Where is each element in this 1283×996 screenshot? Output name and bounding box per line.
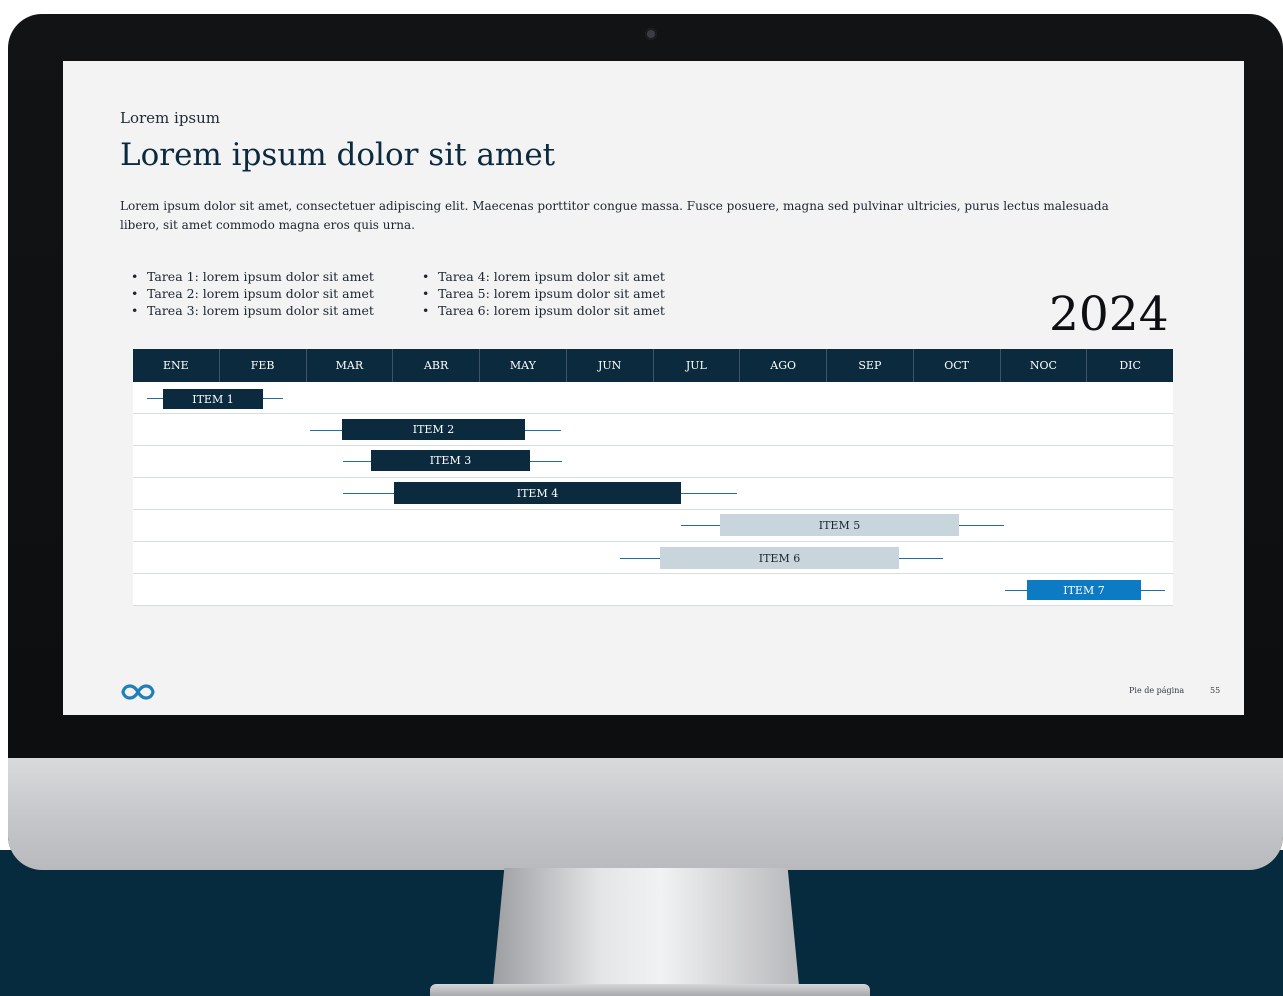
monitor-chin xyxy=(8,758,1283,870)
month-label: JUN xyxy=(567,349,654,382)
monitor-stand xyxy=(492,868,800,996)
gantt-bar-item-3: ITEM 3 xyxy=(371,450,530,471)
month-label: DIC xyxy=(1119,359,1141,372)
gantt-row: ITEM 3 xyxy=(133,446,1173,478)
task-item: Tarea 6: lorem ipsum dolor sit amet xyxy=(422,302,665,319)
month-label: MAR xyxy=(307,349,394,382)
gantt-row: ITEM 7 xyxy=(133,574,1173,606)
month-label: SEP xyxy=(827,349,914,382)
gantt-row: ITEM 2 xyxy=(133,414,1173,446)
task-item: Tarea 1: lorem ipsum dolor sit amet xyxy=(131,268,374,285)
gantt-bar-item-1: ITEM 1 xyxy=(163,389,263,409)
gantt-row: ITEM 6 xyxy=(133,542,1173,574)
camera-icon xyxy=(645,28,657,40)
month-label: AGO xyxy=(740,349,827,382)
gantt-row: ITEM 4 xyxy=(133,478,1173,510)
gantt-row: ITEM 1 xyxy=(133,382,1173,414)
task-item: Tarea 2: lorem ipsum dolor sit amet xyxy=(131,285,374,302)
gantt-bar-item-7: ITEM 7 xyxy=(1027,580,1141,600)
gantt-bar-item-2: ITEM 2 xyxy=(342,419,525,440)
month-label: NOC xyxy=(1001,349,1088,382)
task-list-left: Tarea 1: lorem ipsum dolor sit amet Tare… xyxy=(131,268,374,319)
gantt-bar-item-6: ITEM 6 xyxy=(660,547,899,569)
page-number: 55 xyxy=(1210,686,1221,695)
infinity-logo-icon xyxy=(121,684,155,700)
gantt-row: ITEM 5 xyxy=(133,510,1173,542)
month-label: FEB xyxy=(220,349,307,382)
slide-title: Lorem ipsum dolor sit amet xyxy=(120,137,556,173)
slide-kicker: Lorem ipsum xyxy=(120,109,221,127)
task-item: Tarea 3: lorem ipsum dolor sit amet xyxy=(131,302,374,319)
year-label: 2024 xyxy=(1049,287,1169,342)
month-label: MAY xyxy=(480,349,567,382)
gantt-chart: ENE FEB MAR ABR MAY JUN JUL AGO SEP OCT … xyxy=(133,349,1173,606)
slide-screen: Lorem ipsum Lorem ipsum dolor sit amet L… xyxy=(63,61,1244,715)
month-label: ABR xyxy=(393,349,480,382)
footer-label: Pie de página xyxy=(1129,686,1185,695)
gantt-bar-item-4: ITEM 4 xyxy=(394,482,681,504)
task-item: Tarea 4: lorem ipsum dolor sit amet xyxy=(422,268,665,285)
month-header: ENE FEB MAR ABR MAY JUN JUL AGO SEP OCT … xyxy=(133,349,1173,382)
month-label: ENE xyxy=(133,349,220,382)
gantt-bar-item-5: ITEM 5 xyxy=(720,514,959,536)
month-label: JUL xyxy=(654,349,741,382)
task-list-right: Tarea 4: lorem ipsum dolor sit amet Tare… xyxy=(422,268,665,319)
task-item: Tarea 5: lorem ipsum dolor sit amet xyxy=(422,285,665,302)
slide-intro: Lorem ipsum dolor sit amet, consectetuer… xyxy=(120,199,1109,232)
month-label: OCT xyxy=(914,349,1001,382)
monitor-stand-foot xyxy=(430,984,870,996)
